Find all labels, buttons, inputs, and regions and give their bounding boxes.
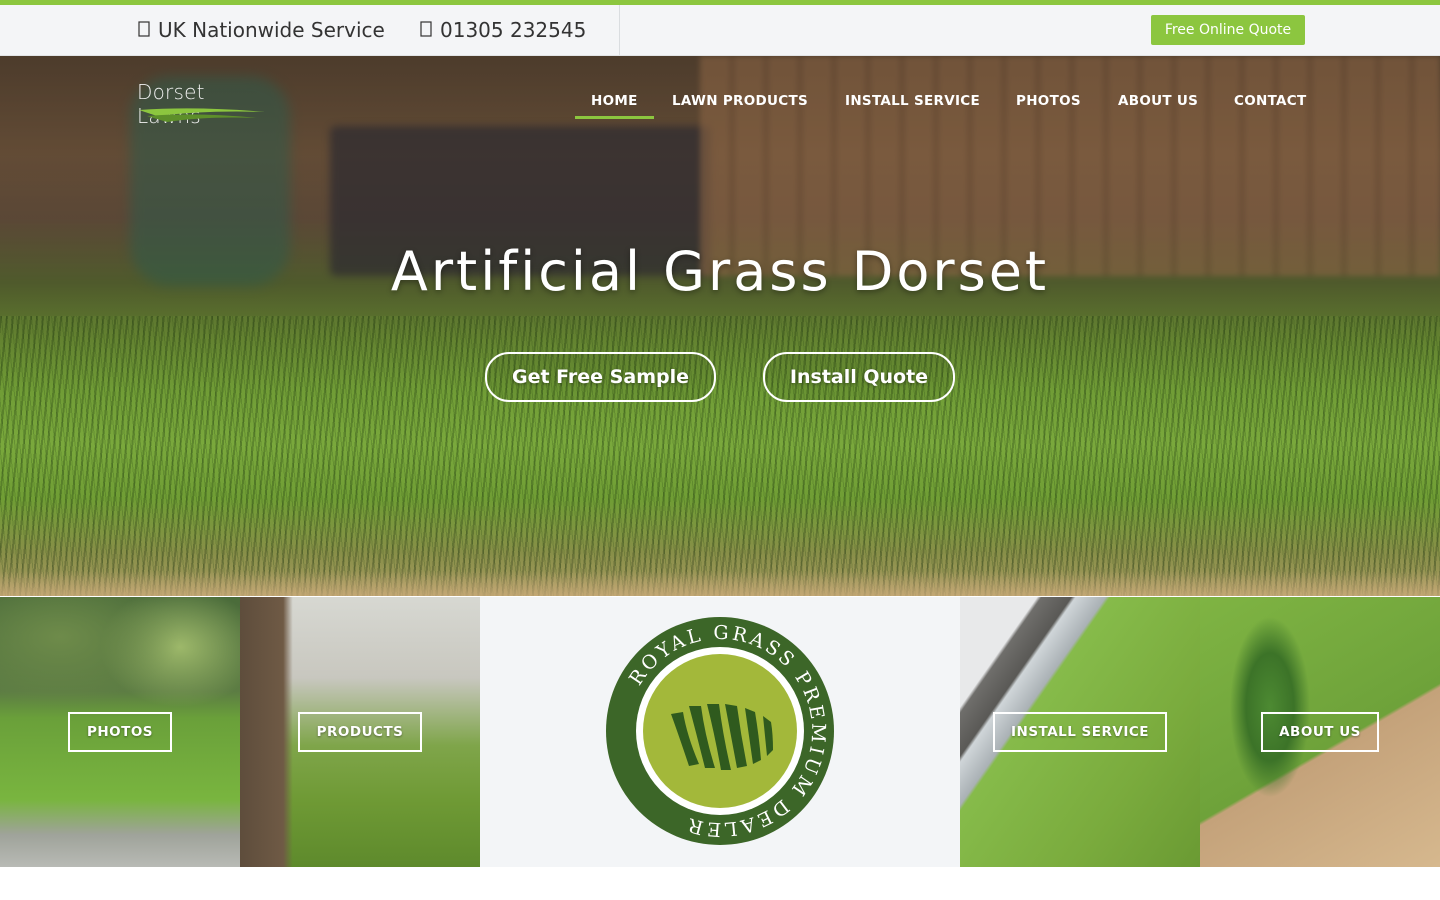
nav-about-us[interactable]: ABOUT US — [1118, 88, 1198, 116]
map-marker-icon — [138, 7, 158, 57]
phone-number[interactable]: 01305 232545 — [420, 5, 586, 55]
nav-contact[interactable]: CONTACT — [1234, 88, 1307, 116]
nav-home[interactable]: HOME — [575, 88, 654, 119]
service-area: UK Nationwide Service — [138, 5, 385, 55]
nav-install-service[interactable]: INSTALL SERVICE — [845, 88, 980, 116]
install-service-tile-button[interactable]: INSTALL SERVICE — [993, 712, 1167, 752]
install-service-tile[interactable]: INSTALL SERVICE — [960, 597, 1200, 867]
nav-lawn-products[interactable]: LAWN PRODUCTS — [672, 88, 808, 116]
topbar-divider — [619, 5, 620, 55]
service-area-text: UK Nationwide Service — [158, 18, 385, 42]
products-tile-button[interactable]: PRODUCTS — [298, 712, 422, 752]
main-navigation: HOME LAWN PRODUCTS INSTALL SERVICE PHOTO… — [0, 88, 1440, 119]
phone-number-text: 01305 232545 — [440, 18, 587, 42]
phone-icon — [420, 7, 440, 57]
hero-banner — [0, 56, 1440, 596]
photos-tile-button[interactable]: PHOTOS — [68, 712, 172, 752]
nav-photos[interactable]: PHOTOS — [1016, 88, 1081, 116]
top-info-bar: UK Nationwide Service 01305 232545 Free … — [0, 5, 1440, 56]
about-us-tile-button[interactable]: ABOUT US — [1261, 712, 1379, 752]
free-online-quote-button[interactable]: Free Online Quote — [1151, 15, 1305, 45]
royal-grass-premium-dealer-badge: ROYAL GRASS PREMIUM DEALER — [606, 617, 834, 845]
royal-grass-badge-tile: ROYAL GRASS PREMIUM DEALER — [480, 597, 960, 867]
hero-grass-texture — [0, 316, 1440, 596]
about-us-tile[interactable]: ABOUT US — [1200, 597, 1440, 867]
install-quote-button[interactable]: Install Quote — [763, 352, 955, 402]
photos-tile[interactable]: PHOTOS — [0, 597, 240, 867]
hero-title: Artificial Grass Dorset — [390, 240, 1050, 303]
get-free-sample-button[interactable]: Get Free Sample — [485, 352, 716, 402]
products-tile[interactable]: PRODUCTS — [240, 597, 480, 867]
hero-soil — [0, 571, 1440, 596]
